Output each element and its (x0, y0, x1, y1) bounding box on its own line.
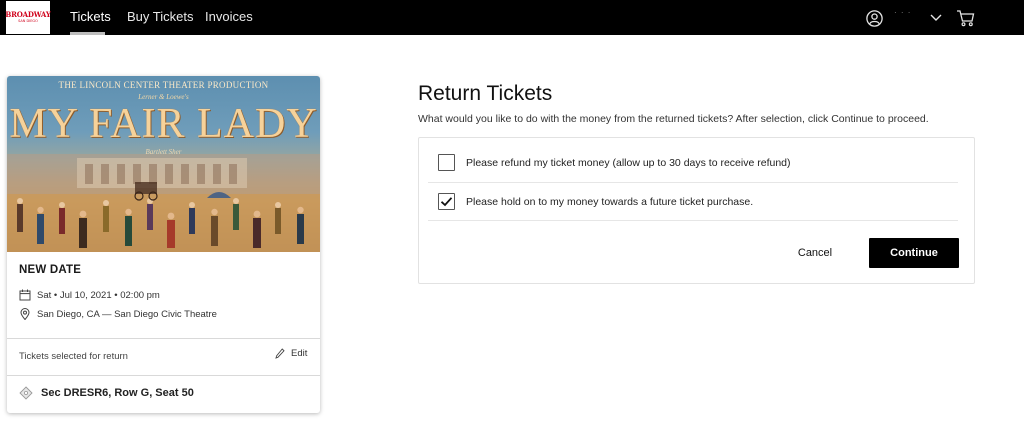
event-venue-text: San Diego, CA — San Diego Civic Theatre (37, 308, 217, 320)
checkmark-icon (440, 197, 453, 207)
card-divider (7, 375, 320, 376)
poster-title: MY FAIR LADY (9, 101, 318, 147)
seat-text: Sec DRESR6, Row G, Seat 50 (41, 387, 194, 399)
calendar-icon (19, 289, 31, 301)
nav-tab-tickets[interactable]: Tickets (70, 0, 111, 35)
option-refund-label: Please refund my ticket money (allow up … (466, 156, 791, 169)
page-title: Return Tickets (418, 82, 553, 105)
page-subtitle: What would you like to do with the money… (418, 113, 929, 125)
option-divider (428, 220, 958, 221)
option-refund[interactable]: Please refund my ticket money (allow up … (438, 154, 791, 171)
option-hold-credit[interactable]: Please hold on to my money towards a fut… (438, 193, 753, 210)
poster-credit: Bartlett Sher (145, 148, 182, 156)
cancel-button[interactable]: Cancel (785, 242, 845, 264)
return-options-panel: Please refund my ticket money (allow up … (418, 137, 975, 284)
option-divider (428, 182, 958, 183)
user-name[interactable]: · · · (894, 8, 911, 17)
user-icon[interactable] (866, 10, 883, 27)
pencil-icon (275, 348, 285, 359)
location-pin-icon (20, 308, 30, 320)
event-venue-row: San Diego, CA — San Diego Civic Theatre (19, 307, 217, 321)
event-date-text: Sat • Jul 10, 2021 • 02:00 pm (37, 289, 160, 301)
continue-button[interactable]: Continue (869, 238, 959, 268)
logo-sub-text: SAN DIEGO (18, 19, 38, 23)
selected-seat-item: Sec DRESR6, Row G, Seat 50 (19, 386, 194, 400)
top-nav-bar: BROADWAY SAN DIEGO Tickets Buy Tickets I… (0, 0, 1024, 35)
nav-tab-buy-tickets[interactable]: Buy Tickets (127, 0, 193, 35)
chevron-down-icon[interactable] (930, 13, 942, 22)
event-status-label: NEW DATE (19, 264, 82, 276)
refund-checkbox[interactable] (438, 154, 455, 171)
edit-label: Edit (291, 348, 308, 359)
broadway-logo[interactable]: BROADWAY SAN DIEGO (5, 1, 51, 34)
hold-credit-checkbox[interactable] (438, 193, 455, 210)
ticket-icon (19, 386, 33, 400)
cart-icon[interactable] (956, 9, 975, 27)
option-hold-credit-label: Please hold on to my money towards a fut… (466, 195, 754, 208)
card-divider (7, 338, 320, 339)
show-poster-image: THE LINCOLN CENTER THEATER PRODUCTION Le… (7, 76, 320, 252)
event-date-row: Sat • Jul 10, 2021 • 02:00 pm (19, 288, 160, 302)
nav-tab-invoices[interactable]: Invoices (205, 0, 253, 35)
poster-production-line: THE LINCOLN CENTER THEATER PRODUCTION (58, 80, 269, 90)
tickets-selected-label: Tickets selected for return (19, 351, 128, 362)
logo-main-text: BROADWAY (5, 10, 51, 19)
event-card: THE LINCOLN CENTER THEATER PRODUCTION Le… (7, 76, 320, 413)
edit-selection-button[interactable]: Edit (275, 348, 307, 359)
